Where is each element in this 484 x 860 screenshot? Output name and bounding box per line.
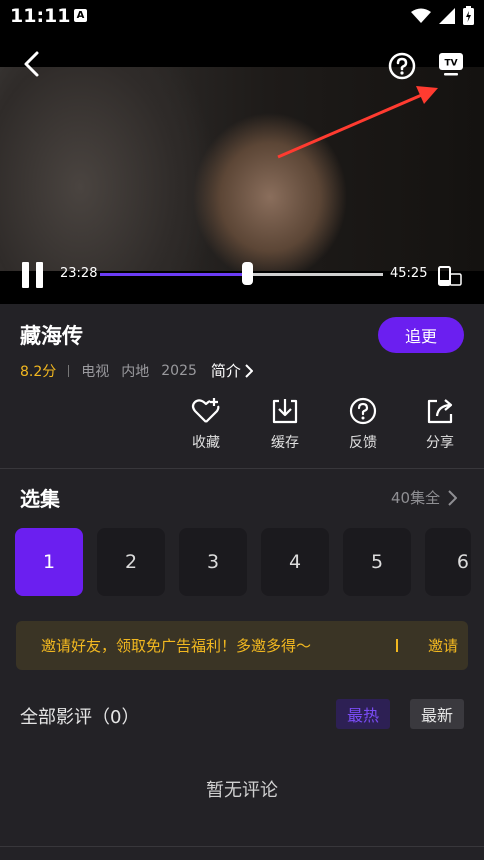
status-bar: 11:11 A: [0, 0, 484, 32]
section-divider: [0, 468, 484, 469]
show-title: 藏海传: [20, 324, 83, 348]
show-year: 2025: [161, 362, 197, 379]
wifi-icon: [411, 8, 431, 23]
help-icon[interactable]: [388, 52, 416, 80]
player-controls: 23:28 45:25: [0, 256, 484, 296]
signal-icon: [439, 7, 455, 24]
feedback-help-icon: [349, 397, 377, 425]
bottom-divider: [0, 846, 484, 847]
favorite-label: 收藏: [192, 435, 220, 451]
show-region: 内地: [121, 363, 150, 380]
episodes-title: 选集: [20, 487, 60, 511]
action-bar: 收藏 缓存 反馈 分享: [0, 396, 484, 456]
show-meta: 8.2分 电视 内地 2025 简介: [20, 360, 253, 381]
progress-fill: [100, 273, 248, 276]
episode-item[interactable]: 2: [97, 528, 165, 596]
video-player[interactable]: TV 23:28 45:25: [0, 32, 484, 304]
empty-reviews-text: 暂无评论: [206, 780, 278, 801]
sort-new-button[interactable]: 最新: [410, 699, 464, 729]
follow-button[interactable]: 追更: [378, 317, 464, 353]
tv-cast-icon[interactable]: TV: [436, 50, 466, 80]
current-time: 23:28: [60, 266, 98, 281]
share-button[interactable]: 分享: [410, 396, 470, 452]
meta-divider: [68, 364, 70, 377]
episode-item[interactable]: 4: [261, 528, 329, 596]
share-icon: [427, 399, 453, 424]
invite-banner[interactable]: 邀请好友，领取免广告福利！多邀多得～ 邀请: [16, 621, 468, 670]
episode-item[interactable]: 5: [343, 528, 411, 596]
svg-text:TV: TV: [444, 59, 457, 69]
rotate-screen-icon[interactable]: [438, 264, 462, 286]
download-label: 缓存: [271, 435, 299, 451]
feedback-label: 反馈: [349, 435, 377, 451]
notification-icon: A: [74, 9, 87, 22]
episode-item[interactable]: 6: [425, 528, 471, 596]
video-frame[interactable]: [0, 67, 484, 271]
share-label: 分享: [426, 435, 454, 451]
download-icon: [272, 399, 298, 424]
episode-list: 1 2 3 4 5 6: [15, 528, 471, 596]
chevron-right-icon: [448, 489, 458, 506]
intro-label: 简介: [210, 362, 241, 380]
progress-thumb[interactable]: [242, 262, 254, 285]
status-time: 11:11: [10, 5, 71, 27]
battery-icon: [463, 6, 474, 25]
feedback-button[interactable]: 反馈: [333, 396, 393, 452]
invite-text: 邀请好友，领取免广告福利！多邀多得～: [41, 637, 312, 655]
status-icons: [411, 6, 474, 25]
invite-divider: [396, 639, 398, 652]
download-button[interactable]: 缓存: [255, 396, 315, 452]
all-episodes-link[interactable]: 40集全: [391, 487, 458, 508]
episode-item[interactable]: 3: [179, 528, 247, 596]
intro-link[interactable]: 简介: [211, 360, 253, 381]
show-type: 电视: [81, 363, 110, 380]
total-time: 45:25: [390, 266, 428, 281]
favorite-heart-icon: [191, 398, 220, 423]
episodes-total: 40集全: [391, 489, 441, 507]
favorite-button[interactable]: 收藏: [176, 396, 236, 452]
invite-button[interactable]: 邀请: [428, 635, 458, 656]
back-icon[interactable]: [18, 50, 46, 78]
reviews-title: 全部影评（0）: [20, 707, 140, 728]
score: 8.2分: [20, 363, 57, 380]
sort-hot-button[interactable]: 最热: [336, 699, 390, 729]
pause-icon[interactable]: [22, 262, 44, 288]
chevron-right-icon: [245, 363, 253, 378]
episode-item[interactable]: 1: [15, 528, 83, 596]
